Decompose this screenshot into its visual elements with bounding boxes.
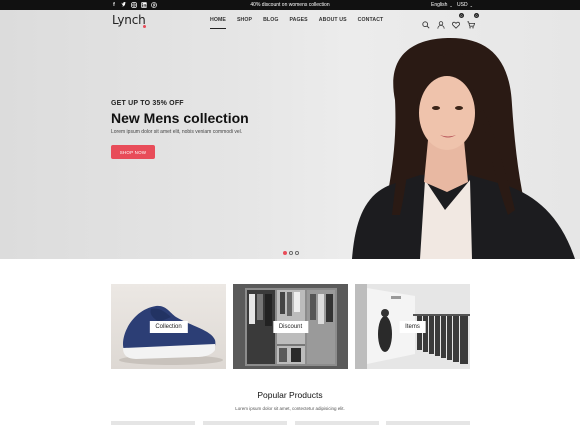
chevron-down-icon: ⌄ <box>449 2 453 8</box>
site-logo[interactable]: Lynch <box>112 13 146 27</box>
hero-subtitle: Lorem ipsum dolor sit amet elit, nobis v… <box>111 129 243 135</box>
popular-products-subtitle: Lorem ipsum dolor sit amet, contectetur … <box>235 406 345 411</box>
user-icon[interactable] <box>437 16 446 29</box>
top-bar: f 40% discount on womens collection Engl… <box>0 0 580 10</box>
nav-pages[interactable]: PAGES <box>289 17 307 23</box>
header-icons: 0 0 <box>422 13 479 29</box>
slider-dots <box>283 251 299 255</box>
hero-title: New Mens collection <box>111 110 249 126</box>
slider-dot-3[interactable] <box>295 251 299 255</box>
chevron-down-icon: ⌄ <box>469 2 473 8</box>
shop-now-button[interactable]: SHOP NOW <box>111 145 155 159</box>
category-card-discount[interactable]: Discount <box>233 284 348 369</box>
popular-products-title: Popular Products <box>257 390 323 400</box>
cart-count-badge: 0 <box>474 13 479 18</box>
nav-about-us[interactable]: ABOUT US <box>319 17 347 23</box>
product-card-1[interactable] <box>111 421 195 425</box>
hero-banner <box>0 10 580 259</box>
product-card-4[interactable] <box>386 421 470 425</box>
wishlist-count-badge: 0 <box>459 13 464 18</box>
slider-dot-2[interactable] <box>289 251 293 255</box>
category-label-discount: Discount <box>272 320 309 333</box>
currency-value: USD <box>457 2 468 8</box>
language-select[interactable]: English ⌄ <box>431 2 453 8</box>
main-nav: HOME SHOP BLOG PAGES ABOUT US CONTACT <box>210 17 394 29</box>
main-header: Lynch HOME SHOP BLOG PAGES ABOUT US CONT… <box>0 10 580 32</box>
hero-text-block: GET UP TO 35% OFF New Mens collection Lo… <box>111 100 249 135</box>
category-label-items: Items <box>399 320 426 333</box>
promo-text: 40% discount on womens collection <box>250 2 330 8</box>
language-value: English <box>431 2 448 8</box>
search-icon[interactable] <box>422 16 431 29</box>
currency-select[interactable]: USD ⌄ <box>457 2 473 8</box>
wishlist-icon[interactable]: 0 <box>452 13 464 29</box>
product-card-3[interactable] <box>295 421 379 425</box>
product-card-2[interactable] <box>203 421 287 425</box>
slider-dot-1[interactable] <box>283 251 287 255</box>
cart-icon[interactable]: 0 <box>467 13 479 29</box>
category-card-collection[interactable]: Collection <box>111 284 226 369</box>
nav-contact[interactable]: CONTACT <box>358 17 384 23</box>
logo-dot <box>143 25 146 28</box>
nav-home[interactable]: HOME <box>210 17 226 29</box>
category-card-items[interactable]: Items <box>355 284 470 369</box>
hero-model-image <box>352 38 575 259</box>
nav-shop[interactable]: SHOP <box>237 17 252 23</box>
hero-kicker: GET UP TO 35% OFF <box>111 100 184 107</box>
category-label-collection: Collection <box>149 320 188 333</box>
nav-blog[interactable]: BLOG <box>263 17 278 23</box>
